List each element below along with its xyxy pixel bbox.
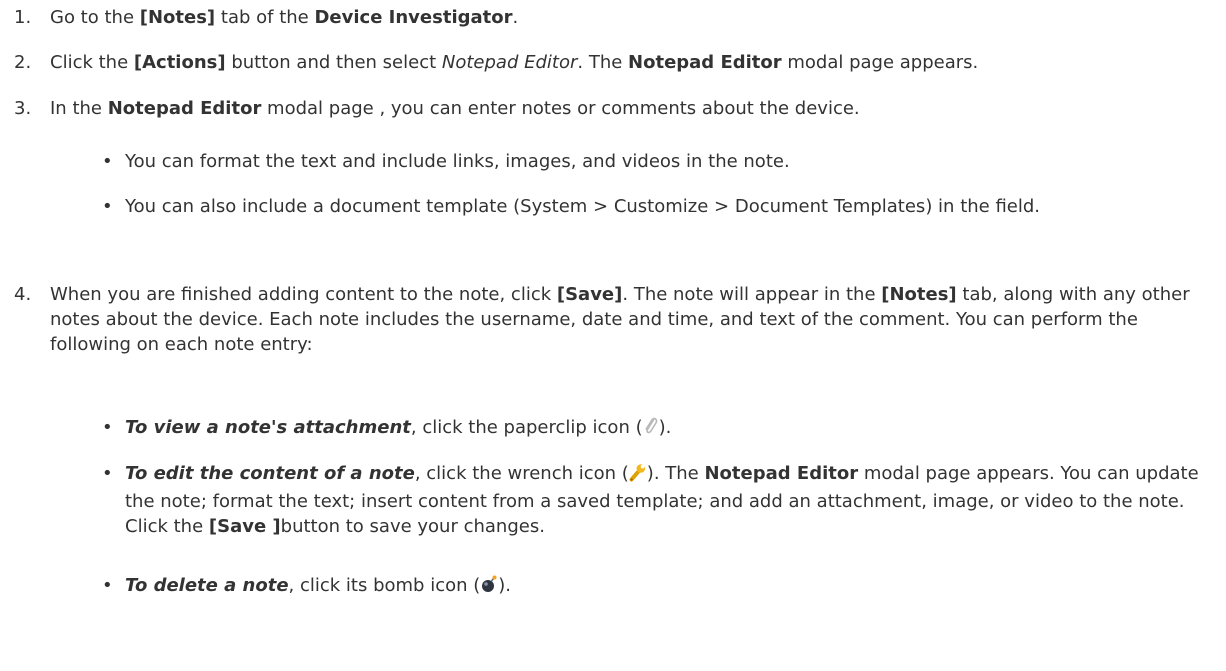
step-number: 1. (14, 7, 32, 28)
bullet-text: To delete a note, click its bomb icon ()… (125, 573, 1217, 601)
menu-term-notepad-editor: Notepad Editor (441, 52, 578, 73)
ui-term-save: [Save] (556, 284, 623, 305)
step-number: 2. (14, 52, 32, 73)
paperclip-icon (643, 416, 659, 443)
ui-term-notepad-editor: Notepad Editor (704, 463, 859, 484)
step-4: 4. When you are finished adding content … (14, 282, 1219, 357)
step-3: 3. In the Notepad Editor modal page , yo… (14, 96, 1219, 121)
ui-term-save-button: [Save ] (208, 516, 281, 537)
step-text: In the Notepad Editor modal page , you c… (50, 98, 860, 119)
bullet-text: To view a note's attachment, click the p… (125, 415, 1217, 443)
bullet-text: You can also include a document template… (125, 196, 1041, 217)
bullet-item-delete-note: • To delete a note, click its bomb icon … (102, 573, 1217, 601)
bullet-text: To edit the content of a note, click the… (125, 462, 1199, 537)
bullet-marker: • (102, 151, 113, 172)
task-label: To edit the content of a note (125, 463, 415, 484)
bullet-marker: • (102, 463, 113, 484)
wrench-icon (629, 462, 647, 489)
bullet-marker: • (102, 417, 113, 438)
bullet-text: You can format the text and include link… (125, 151, 790, 172)
task-label: To delete a note (125, 575, 289, 596)
ui-term-notes-tab: [Notes] (881, 284, 957, 305)
bullet-marker: • (102, 575, 113, 596)
step-text: Go to the [Notes] tab of the Device Inve… (50, 7, 519, 28)
bullet-marker: • (102, 196, 113, 217)
step-1: 1. Go to the [Notes] tab of the Device I… (14, 5, 1219, 30)
step-2: 2. Click the [Actions] button and then s… (14, 50, 1219, 75)
ui-term-notepad-editor: Notepad Editor (107, 98, 262, 119)
ui-term-device-investigator: Device Investigator (314, 7, 513, 28)
bullet-item-edit-note: • To edit the content of a note, click t… (102, 461, 1217, 539)
step-number: 3. (14, 98, 32, 119)
bullet-item-view-attachment: • To view a note's attachment, click the… (102, 415, 1217, 443)
step-text: Click the [Actions] button and then sele… (50, 52, 979, 73)
bomb-icon (480, 574, 498, 601)
step-text: When you are finished adding content to … (50, 284, 1190, 355)
ui-term-notes-tab: [Notes] (139, 7, 216, 28)
bullet-item: • You can also include a document templa… (102, 194, 1217, 219)
ui-term-notepad-editor: Notepad Editor (628, 52, 782, 73)
document-page: 1. Go to the [Notes] tab of the Device I… (0, 0, 1226, 671)
bullet-item: • You can format the text and include li… (102, 149, 1217, 174)
ui-term-actions-button: [Actions] (133, 52, 226, 73)
step-number: 4. (14, 284, 32, 305)
task-label: To view a note's attachment (125, 417, 411, 438)
